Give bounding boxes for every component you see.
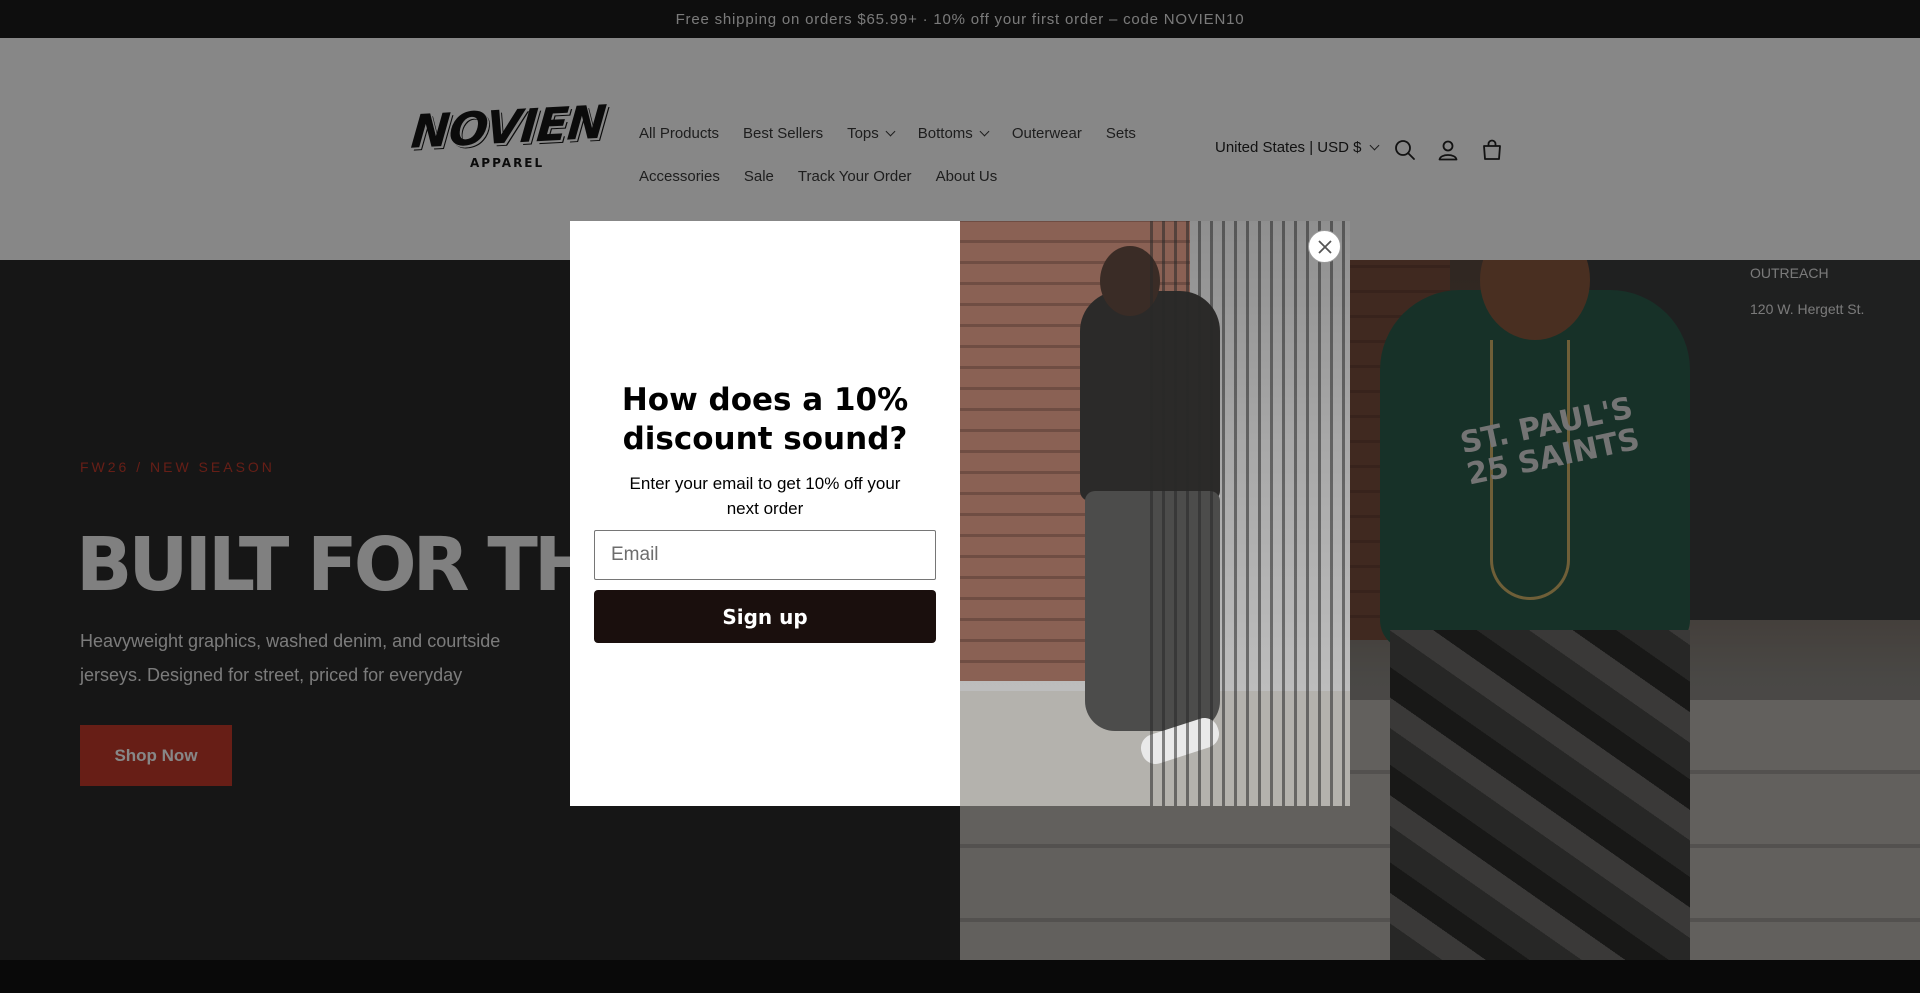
popup-image — [960, 221, 1350, 806]
popup-form-panel: How does a 10% discount sound? Enter you… — [570, 221, 960, 806]
popup-photo-fence — [1150, 221, 1350, 806]
close-icon — [1317, 239, 1332, 254]
popup-subtitle: Enter your email to get 10% off your nex… — [629, 474, 901, 518]
signup-button[interactable]: Sign up — [594, 590, 936, 643]
email-field[interactable] — [594, 530, 936, 580]
discount-popup: How does a 10% discount sound? Enter you… — [570, 221, 1350, 806]
close-popup-button[interactable] — [1308, 230, 1341, 263]
popup-title: How does a 10% discount sound? — [621, 382, 909, 457]
